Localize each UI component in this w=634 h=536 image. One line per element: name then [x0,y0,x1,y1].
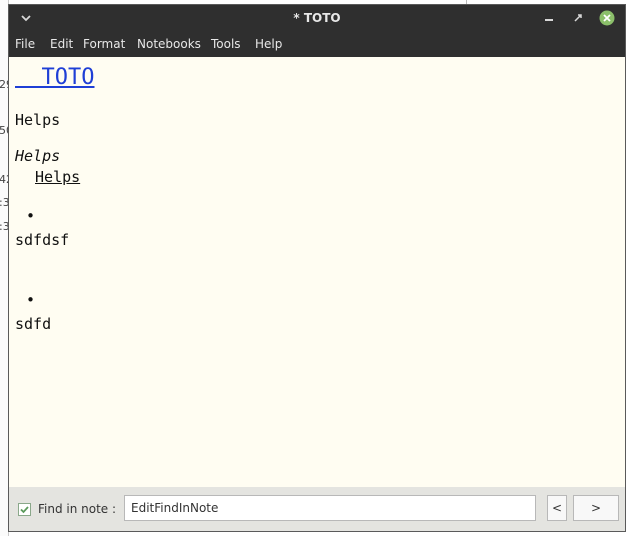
menu-format[interactable]: Format [83,37,125,51]
bullet-item: • [26,207,36,225]
find-next-button[interactable]: > [573,495,619,521]
menu-help[interactable]: Help [255,37,282,51]
find-previous-button[interactable]: < [547,495,567,521]
note-line-italic: Helps [15,147,61,165]
find-bar: Find in note : EditFindInNote < > [9,487,625,531]
minimize-icon[interactable] [541,10,557,26]
note-line-underline: Helps [35,168,81,186]
find-label: Find in note : [38,502,117,516]
title-bar[interactable]: * TOTO [9,5,625,33]
menu-edit[interactable]: Edit [50,37,73,51]
note-line: sdfdsf [15,231,70,249]
note-editor[interactable]: TOTO Helps Helps Helps • sdfdsf • sdfd [9,57,625,488]
menu-bar: File Edit Format Notebooks Tools Help [9,33,625,57]
window-title: * TOTO [293,11,341,25]
bullet-item: • [26,291,36,309]
note-line: sdfd [15,315,52,333]
note-window: * TOTO File Edit Format Notebooks Tools … [8,4,626,532]
close-icon[interactable] [599,10,615,26]
menu-file[interactable]: File [15,37,35,51]
find-input[interactable]: EditFindInNote [124,495,536,521]
menu-notebooks[interactable]: Notebooks [137,37,201,51]
restore-icon[interactable] [570,10,586,26]
menu-tools[interactable]: Tools [211,37,241,51]
find-checkbox[interactable] [18,503,31,516]
note-line: Helps [15,111,61,129]
note-title-link[interactable]: TOTO [15,65,94,90]
